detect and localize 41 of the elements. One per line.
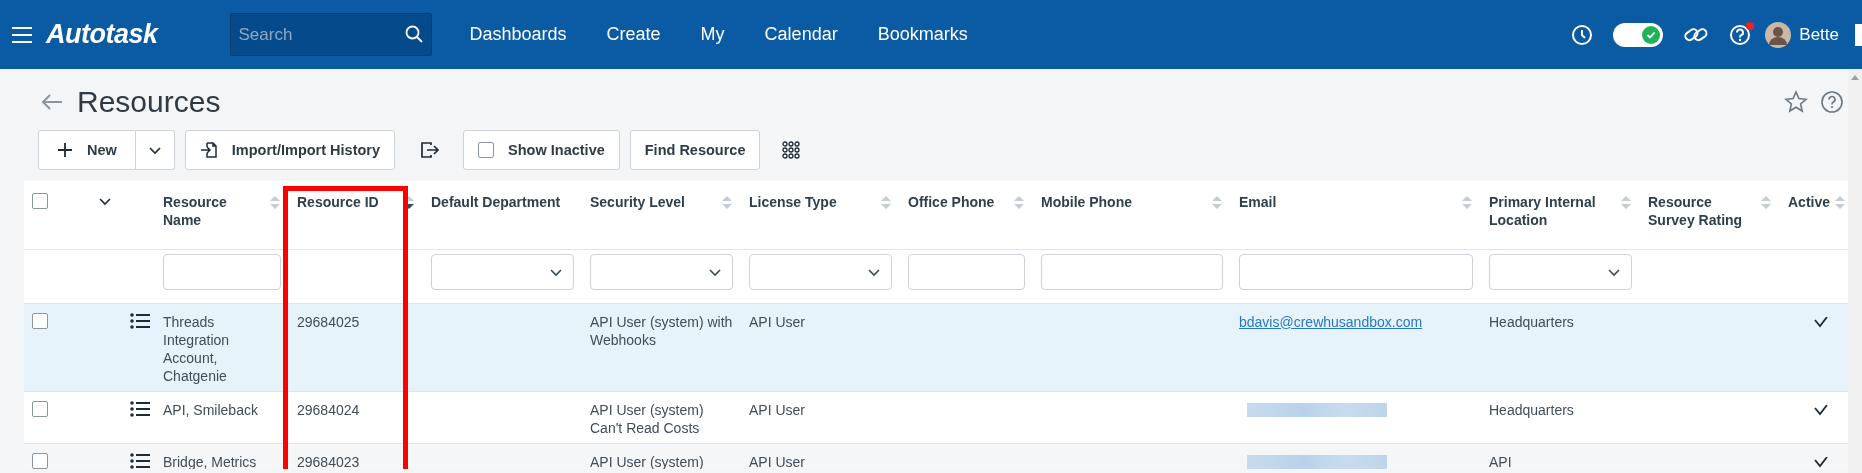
find-resource-button[interactable]: Find Resource [629, 130, 761, 170]
column-header[interactable]: Active [1788, 193, 1831, 211]
table-cell: 29684024 [297, 401, 360, 418]
search-field[interactable]: Search [229, 13, 432, 56]
column-header[interactable]: Mobile Phone [1041, 193, 1132, 211]
page-title: Resources [77, 85, 221, 119]
column-header[interactable]: License Type [749, 193, 837, 211]
table-cell: API User (system) with Webhooks [590, 313, 733, 348]
table-cell: API, Smileback [163, 401, 258, 418]
table-cell: Headquarters [1489, 401, 1574, 418]
column-header[interactable]: Resource Name [163, 193, 265, 229]
table-row[interactable]: Bridge, Metrics 29684023 API User (system) API User API [24, 443, 1848, 469]
app-logo[interactable]: Autotask [46, 19, 158, 50]
table-cell: Bridge, Metrics [163, 453, 257, 469]
column-header[interactable]: Office Phone [908, 193, 995, 211]
table-cell: API User [749, 313, 805, 330]
table-cell: API User (system) Can't Read Costs [590, 401, 704, 436]
nav-link[interactable]: Create [606, 24, 661, 45]
table-cell: 29684023 [297, 453, 360, 469]
table-cell: API User [749, 453, 805, 469]
column-header[interactable]: Resource ID [297, 193, 379, 211]
user-name[interactable]: Bette [1799, 24, 1839, 45]
column-header[interactable]: Email [1239, 193, 1277, 211]
nav-link[interactable]: My [700, 24, 725, 45]
nav-link[interactable]: Bookmarks [877, 24, 968, 45]
table-cell: API User [749, 401, 805, 418]
column-header[interactable]: Primary Internal Location [1489, 193, 1616, 229]
table-cell: 29684025 [297, 313, 360, 330]
email-link[interactable]: bdavis@crewhusandbox.com [1239, 313, 1423, 330]
table-cell: Threads Integration Account, Chatgenie [163, 313, 230, 384]
table-cell: API [1489, 453, 1512, 469]
column-header[interactable]: Default Department [431, 193, 561, 211]
nav-link[interactable]: Dashboards [469, 24, 567, 45]
column-header[interactable]: Resource Survey Rating [1648, 193, 1756, 229]
table-row[interactable]: API, Smileback 29684024 API User (system) Can't Read Costs API User Headquarters [24, 391, 1848, 443]
column-header[interactable]: Security Level [590, 193, 685, 211]
table-cell: API User (system) [590, 453, 704, 469]
new-button[interactable]: New [38, 130, 136, 170]
nav-link[interactable]: Calendar [764, 24, 838, 45]
table-cell: Headquarters [1489, 313, 1574, 330]
import-button[interactable]: Import/Import History [184, 130, 396, 170]
